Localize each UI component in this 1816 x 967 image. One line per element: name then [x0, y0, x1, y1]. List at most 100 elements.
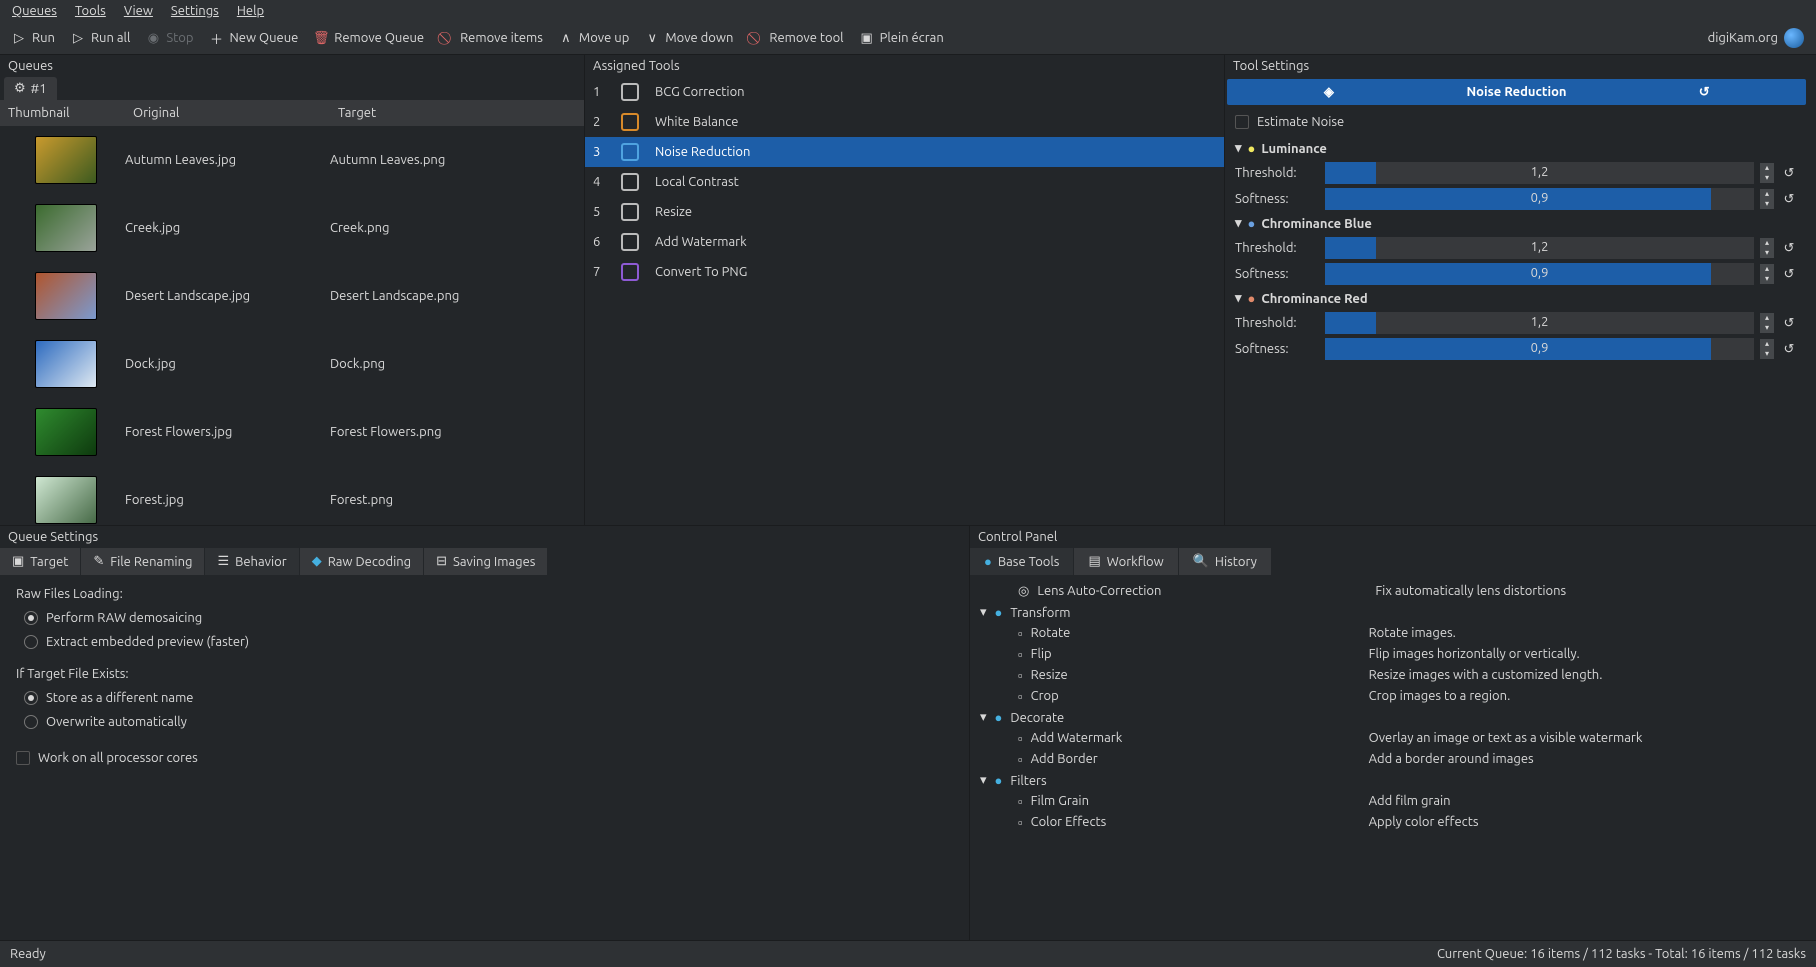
reset-icon[interactable]: ↺	[1610, 85, 1798, 99]
runall-button[interactable]: ▷Run all	[71, 31, 130, 45]
noise-icon: ◈	[1235, 85, 1423, 99]
threshold-reset[interactable]: ↺	[1780, 314, 1798, 332]
tree-item[interactable]: ▫ResizeResize images with a customized l…	[976, 665, 1810, 686]
col-original[interactable]: Original	[125, 100, 330, 126]
softness-spinner[interactable]: ▴▾	[1760, 189, 1774, 209]
threshold-reset[interactable]: ↺	[1780, 239, 1798, 257]
new-queue-button[interactable]: ＋New Queue	[209, 31, 298, 45]
table-row[interactable]: Desert Landscape.jpg Desert Landscape.pn…	[0, 262, 584, 330]
tree-item[interactable]: ▫FlipFlip images horizontally or vertica…	[976, 644, 1810, 665]
original-filename: Forest.jpg	[125, 493, 330, 507]
softness-slider[interactable]: 0,9	[1325, 338, 1754, 360]
queue-header: Thumbnail Original Target	[0, 100, 584, 126]
target-filename: Forest.png	[330, 493, 584, 507]
tree-item[interactable]: ▫RotateRotate images.	[976, 623, 1810, 644]
tool-name: Noise Reduction	[655, 145, 750, 159]
tab-workflow[interactable]: ▤Workflow	[1074, 548, 1177, 575]
fullscreen-button[interactable]: ▣Plein écran	[860, 31, 944, 45]
estimate-noise-checkbox[interactable]: Estimate Noise	[1235, 115, 1798, 129]
table-row[interactable]: Dock.jpg Dock.png	[0, 330, 584, 398]
menu-settings[interactable]: Settings	[171, 4, 219, 18]
param-group-header[interactable]: ▾ ● Chrominance Red	[1235, 287, 1798, 310]
threshold-spinner[interactable]: ▴▾	[1760, 313, 1774, 333]
movedown-button[interactable]: ∨Move down	[645, 31, 733, 45]
table-row[interactable]: Forest Flowers.jpg Forest Flowers.png	[0, 398, 584, 466]
threshold-slider[interactable]: 1,2	[1325, 312, 1754, 334]
softness-spinner[interactable]: ▴▾	[1760, 339, 1774, 359]
target-filename: Desert Landscape.png	[330, 289, 584, 303]
queues-title: Queues	[0, 55, 584, 77]
radio-raw-demosaic[interactable]: Perform RAW demosaicing	[16, 611, 953, 625]
menu-view[interactable]: View	[124, 4, 153, 18]
item-name: Color Effects	[1031, 815, 1361, 830]
tab-base-tools[interactable]: ●Base Tools	[970, 548, 1073, 575]
remove-tool-button[interactable]: ⃠Remove tool	[749, 31, 843, 45]
tools-tree[interactable]: ◎Lens Auto-CorrectionFix automatically l…	[970, 575, 1816, 940]
tab-file-renaming[interactable]: ✎File Renaming	[81, 548, 204, 575]
softness-label: Softness:	[1235, 267, 1319, 281]
group-name: Filters	[1010, 774, 1046, 788]
assigned-tool-item[interactable]: 6 Add Watermark	[585, 227, 1224, 257]
assigned-tool-item[interactable]: 4 Local Contrast	[585, 167, 1224, 197]
softness-slider[interactable]: 0,9	[1325, 188, 1754, 210]
queue-tab-1[interactable]: ⚙#1	[4, 77, 57, 100]
threshold-slider[interactable]: 1,2	[1325, 162, 1754, 184]
workflow-icon: ▤	[1088, 554, 1100, 569]
table-row[interactable]: Creek.jpg Creek.png	[0, 194, 584, 262]
tab-saving-images[interactable]: ⊟Saving Images	[424, 548, 547, 575]
tab-raw-decoding[interactable]: ◆Raw Decoding	[300, 548, 423, 575]
remove-queue-button[interactable]: 🗑Remove Queue	[314, 31, 424, 45]
cancel-icon: ⃠	[749, 31, 763, 45]
assigned-tool-item[interactable]: 1 BCG Correction	[585, 77, 1224, 107]
param-group-header[interactable]: ▾ ● Luminance	[1235, 137, 1798, 160]
stop-button[interactable]: ◉Stop	[146, 31, 193, 45]
softness-reset[interactable]: ↺	[1780, 190, 1798, 208]
tree-item[interactable]: ▫Color EffectsApply color effects	[976, 812, 1810, 833]
tree-group[interactable]: ▾●Filters	[976, 770, 1810, 791]
tab-behavior[interactable]: ☰Behavior	[205, 548, 298, 575]
col-thumbnail[interactable]: Thumbnail	[0, 100, 125, 126]
radio-raw-preview[interactable]: Extract embedded preview (faster)	[16, 635, 953, 649]
radio-store-different[interactable]: Store as a different name	[16, 691, 953, 705]
status-queue-info: Current Queue: 16 items / 112 tasks - To…	[1437, 947, 1806, 961]
brand-link[interactable]: digiKam.org	[1708, 28, 1804, 48]
assigned-tool-item[interactable]: 3 Noise Reduction	[585, 137, 1224, 167]
thumbnail	[35, 204, 97, 252]
checkbox-all-cores[interactable]: Work on all processor cores	[16, 751, 953, 765]
original-filename: Autumn Leaves.jpg	[125, 153, 330, 167]
threshold-reset[interactable]: ↺	[1780, 164, 1798, 182]
tree-item[interactable]: ▫Add WatermarkOverlay an image or text a…	[976, 728, 1810, 749]
run-button[interactable]: ▷Run	[12, 31, 55, 45]
tree-item[interactable]: ▫Film GrainAdd film grain	[976, 791, 1810, 812]
assigned-tool-item[interactable]: 2 White Balance	[585, 107, 1224, 137]
assigned-tool-item[interactable]: 5 Resize	[585, 197, 1224, 227]
softness-reset[interactable]: ↺	[1780, 265, 1798, 283]
tree-item[interactable]: ▫Add BorderAdd a border around images	[976, 749, 1810, 770]
group-dot-icon: ●	[995, 605, 1003, 620]
menu-help[interactable]: Help	[237, 4, 264, 18]
softness-slider[interactable]: 0,9	[1325, 263, 1754, 285]
radio-overwrite[interactable]: Overwrite automatically	[16, 715, 953, 729]
tree-item[interactable]: ◎Lens Auto-CorrectionFix automatically l…	[976, 581, 1810, 602]
table-row[interactable]: Forest.jpg Forest.png	[0, 466, 584, 525]
threshold-spinner[interactable]: ▴▾	[1760, 238, 1774, 258]
menu-queues[interactable]: Queues	[12, 4, 57, 18]
param-group-header[interactable]: ▾ ● Chrominance Blue	[1235, 212, 1798, 235]
tree-group[interactable]: ▾●Decorate	[976, 707, 1810, 728]
remove-items-button[interactable]: ⃠Remove items	[440, 31, 543, 45]
target-filename: Forest Flowers.png	[330, 425, 584, 439]
tree-item[interactable]: ▫CropCrop images to a region.	[976, 686, 1810, 707]
assigned-tool-item[interactable]: 7 Convert To PNG	[585, 257, 1224, 287]
table-row[interactable]: Autumn Leaves.jpg Autumn Leaves.png	[0, 126, 584, 194]
softness-reset[interactable]: ↺	[1780, 340, 1798, 358]
col-target[interactable]: Target	[330, 100, 584, 126]
tree-group[interactable]: ▾●Transform	[976, 602, 1810, 623]
tab-target[interactable]: ▣Target	[0, 548, 80, 575]
menu-tools[interactable]: Tools	[75, 4, 106, 18]
item-desc: Overlay an image or text as a visible wa…	[1369, 731, 1643, 746]
threshold-slider[interactable]: 1,2	[1325, 237, 1754, 259]
moveup-button[interactable]: ∧Move up	[559, 31, 629, 45]
tab-history[interactable]: 🔍History	[1179, 548, 1271, 575]
threshold-spinner[interactable]: ▴▾	[1760, 163, 1774, 183]
softness-spinner[interactable]: ▴▾	[1760, 264, 1774, 284]
